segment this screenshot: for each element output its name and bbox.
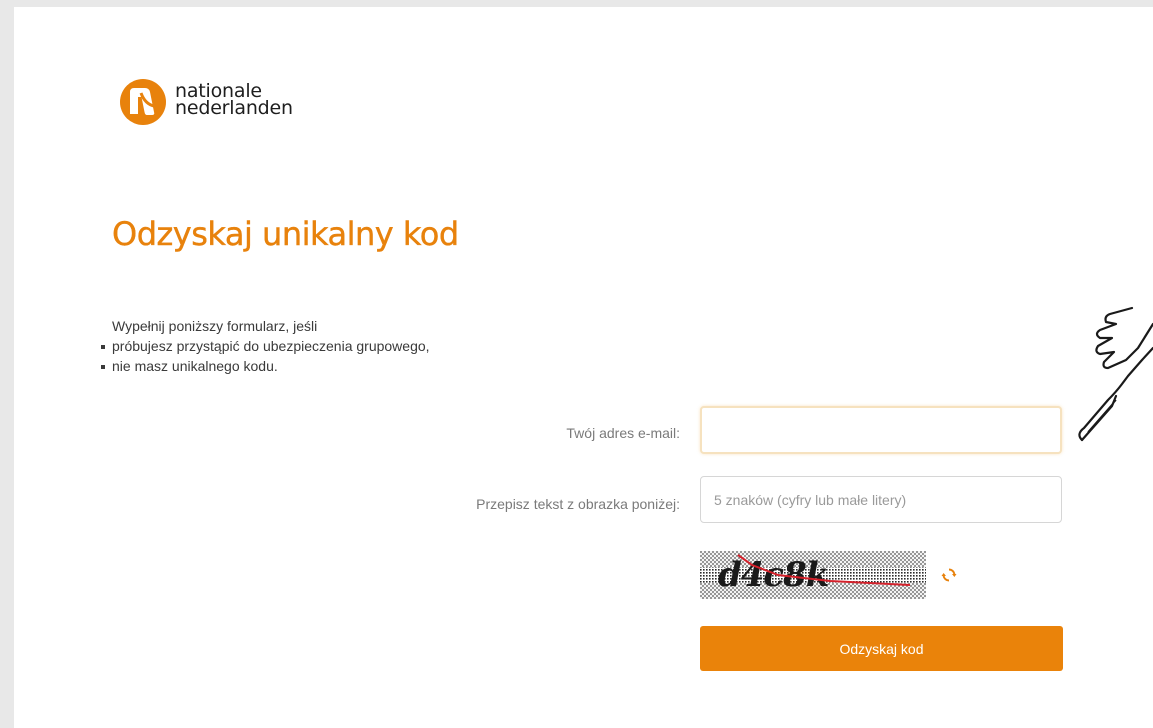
intro-list-item: nie masz unikalnego kodu. — [98, 356, 430, 376]
intro-lead: Wypełnij poniższy formularz, jeśli — [112, 318, 318, 334]
brand-name: nationale nederlanden — [175, 82, 293, 119]
brand-name-line2: nederlanden — [175, 97, 293, 119]
intro-list-item: próbujesz przystąpić do ubezpieczenia gr… — [98, 336, 430, 356]
intro-text: Wypełnij poniższy formularz, jeśli próbu… — [98, 316, 430, 376]
pointing-hand-icon — [1078, 306, 1153, 442]
email-field[interactable] — [700, 406, 1062, 454]
submit-button[interactable]: Odzyskaj kod — [700, 626, 1063, 671]
brand-logo[interactable]: nationale nederlanden — [119, 78, 293, 126]
captcha-image: d4c8k — [700, 551, 926, 599]
nn-logo-icon — [120, 79, 166, 125]
email-label: Twój adres e-mail: — [566, 425, 680, 441]
page-container: nationale nederlanden Odzyskaj unikalny … — [14, 7, 1153, 728]
captcha-text: d4c8k — [718, 555, 829, 595]
page-title: Odzyskaj unikalny kod — [112, 215, 460, 253]
intro-list: próbujesz przystąpić do ubezpieczenia gr… — [98, 336, 430, 376]
refresh-icon[interactable] — [941, 567, 957, 583]
captcha-input[interactable] — [700, 476, 1062, 523]
captcha-label: Przepisz tekst z obrazka poniżej: — [476, 496, 680, 512]
